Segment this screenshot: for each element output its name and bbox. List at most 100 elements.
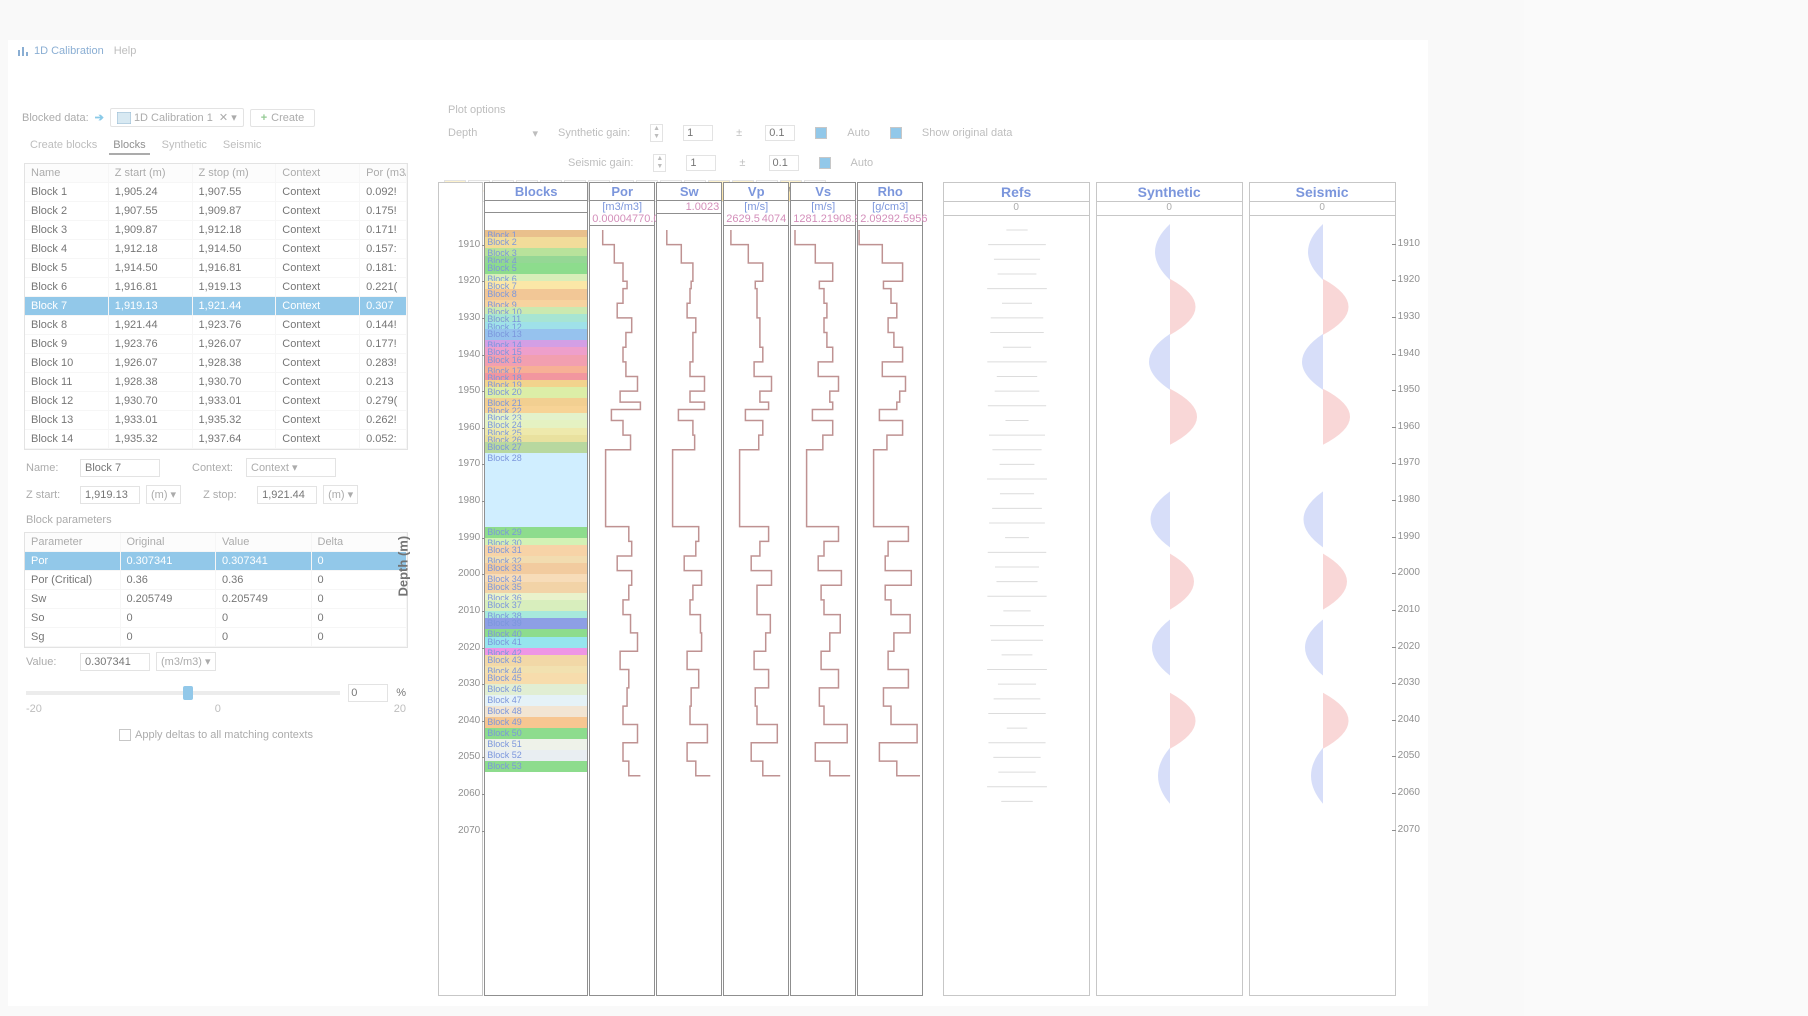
seis-auto-checkbox[interactable] [819, 157, 831, 169]
table-row[interactable]: Block 111,928.381,930.70Context0.213 [25, 373, 407, 392]
delta-slider[interactable] [26, 691, 340, 695]
menu-help[interactable]: Help [114, 45, 137, 57]
block-label[interactable]: Block 27 [485, 442, 587, 453]
hdr-name[interactable]: Name [25, 164, 109, 182]
param-row[interactable]: Por (Critical)0.360.360 [25, 571, 407, 590]
block-label[interactable]: Block 20 [485, 387, 587, 398]
cell: 0.36 [121, 571, 217, 589]
hdr-por[interactable]: Por (m3/m [360, 164, 407, 182]
dataset-dropdown[interactable]: 1D Calibration 1 ✕ ▾ [110, 108, 244, 127]
track-synthetic[interactable]: Synthetic0 [1096, 182, 1243, 996]
syn-gain-label: Synthetic gain: [558, 127, 630, 139]
table-row[interactable]: Block 131,933.011,935.32Context0.262! [25, 411, 407, 430]
block-label[interactable]: Block 51 [485, 739, 587, 750]
table-row[interactable]: Block 21,907.551,909.87Context0.175! [25, 202, 407, 221]
block-label[interactable]: Block 49 [485, 717, 587, 728]
track-vp[interactable]: Vp[m/s]2629.54074 [723, 182, 789, 996]
zstop-input[interactable] [257, 486, 317, 504]
zstop-unit[interactable]: (m) ▾ [323, 485, 358, 504]
block-label[interactable]: Block 43 [485, 655, 587, 666]
block-label[interactable]: Block 29 [485, 527, 587, 538]
tab-synthetic[interactable]: Synthetic [158, 137, 211, 155]
syn-auto-checkbox[interactable] [815, 127, 827, 139]
app-title: 1D Calibration [16, 44, 104, 58]
depth-select[interactable]: Depth▾ [448, 127, 538, 140]
hdr-context[interactable]: Context [276, 164, 360, 182]
block-table[interactable]: Name Z start (m) Z stop (m) Context Por … [24, 163, 408, 450]
block-label[interactable]: Block 5 [485, 263, 587, 274]
param-table[interactable]: Parameter Original Value Delta Por0.3073… [24, 532, 408, 648]
param-row[interactable]: So000 [25, 609, 407, 628]
cell: Block 7 [25, 297, 109, 315]
delta-input[interactable] [348, 684, 388, 702]
syn-auto-label: Auto [847, 127, 870, 139]
depth-tick: 1930 [458, 312, 480, 323]
value-input[interactable] [80, 653, 150, 671]
block-label[interactable]: Block 28 [485, 453, 587, 464]
track-refs[interactable]: Refs0 [943, 182, 1090, 996]
block-label[interactable]: Block 52 [485, 750, 587, 761]
param-row[interactable]: Sw0.2057490.2057490 [25, 590, 407, 609]
syn-step-input[interactable] [765, 125, 795, 141]
block-label[interactable]: Block 31 [485, 545, 587, 556]
block-label[interactable]: Block 47 [485, 695, 587, 706]
block-label[interactable]: Block 41 [485, 637, 587, 648]
table-row[interactable]: Block 101,926.071,928.38Context0.283! [25, 354, 407, 373]
block-label[interactable]: Block 53 [485, 761, 587, 772]
param-row[interactable]: Por0.3073410.3073410 [25, 552, 407, 571]
value-unit[interactable]: (m3/m3) ▾ [156, 652, 216, 671]
show-orig-checkbox[interactable] [890, 127, 902, 139]
track-seismic[interactable]: Seismic0 [1249, 182, 1396, 996]
block-label[interactable]: Block 37 [485, 600, 587, 611]
track-blocks[interactable]: Blocks Block 1Block 2Block 3Block 4Block… [484, 182, 588, 996]
seis-gain-stepper[interactable]: ▲▼ [653, 154, 666, 172]
hdr-zstop[interactable]: Z stop (m) [193, 164, 277, 182]
seis-gain-input[interactable] [686, 155, 716, 171]
tab-blocks[interactable]: Blocks [109, 137, 149, 155]
syn-gain-stepper[interactable]: ▲▼ [650, 124, 663, 142]
table-row[interactable]: Block 121,930.701,933.01Context0.279( [25, 392, 407, 411]
table-row[interactable]: Block 141,935.321,937.64Context0.052: [25, 430, 407, 449]
table-row[interactable]: Block 91,923.761,926.07Context0.177! [25, 335, 407, 354]
table-row[interactable]: Block 11,905.241,907.55Context0.092! [25, 183, 407, 202]
table-row[interactable]: Block 81,921.441,923.76Context0.144! [25, 316, 407, 335]
context-select[interactable]: Context ▾ [246, 458, 336, 477]
name-input[interactable] [80, 459, 160, 477]
track-vs[interactable]: Vs[m/s]1281.21908.9 [790, 182, 856, 996]
depth-tick: 2040 [1398, 714, 1420, 725]
block-label[interactable]: Block 39 [485, 618, 587, 629]
block-label[interactable]: Block 8 [485, 289, 587, 300]
phdr-orig[interactable]: Original [121, 533, 217, 551]
zstart-unit[interactable]: (m) ▾ [146, 485, 181, 504]
apply-deltas-checkbox[interactable] [119, 729, 131, 741]
track-sw[interactable]: Sw1.0023 [656, 182, 722, 996]
hdr-zstart[interactable]: Z start (m) [109, 164, 193, 182]
phdr-param[interactable]: Parameter [25, 533, 121, 551]
block-label[interactable]: Block 2 [485, 237, 587, 248]
create-button[interactable]: +Create [250, 109, 315, 127]
block-label[interactable]: Block 33 [485, 563, 587, 574]
table-row[interactable]: Block 61,916.811,919.13Context0.221( [25, 278, 407, 297]
phdr-delta[interactable]: Delta [312, 533, 408, 551]
block-label[interactable]: Block 48 [485, 706, 587, 717]
table-row[interactable]: Block 31,909.871,912.18Context0.171! [25, 221, 407, 240]
table-row[interactable]: Block 51,914.501,916.81Context0.181: [25, 259, 407, 278]
phdr-value[interactable]: Value [216, 533, 312, 551]
block-label[interactable]: Block 46 [485, 684, 587, 695]
block-label[interactable]: Block 16 [485, 355, 587, 366]
table-row[interactable]: Block 71,919.131,921.44Context0.307 [25, 297, 407, 316]
seis-step-input[interactable] [769, 155, 799, 171]
tab-create-blocks[interactable]: Create blocks [26, 137, 101, 155]
param-row[interactable]: Sg000 [25, 628, 407, 647]
tab-seismic[interactable]: Seismic [219, 137, 266, 155]
block-label[interactable]: Block 50 [485, 728, 587, 739]
block-label[interactable]: Block 45 [485, 673, 587, 684]
syn-gain-input[interactable] [683, 125, 713, 141]
block-label[interactable]: Block 13 [485, 329, 587, 340]
zstart-input[interactable] [80, 486, 140, 504]
track-rho[interactable]: Rho[g/cm3]2.09292.5956 [857, 182, 923, 996]
arrow-icon[interactable]: ➔ [95, 111, 104, 124]
track-por[interactable]: Por[m3/m3]0.00004770.0455808 [589, 182, 655, 996]
block-label[interactable]: Block 35 [485, 582, 587, 593]
table-row[interactable]: Block 41,912.181,914.50Context0.157: [25, 240, 407, 259]
